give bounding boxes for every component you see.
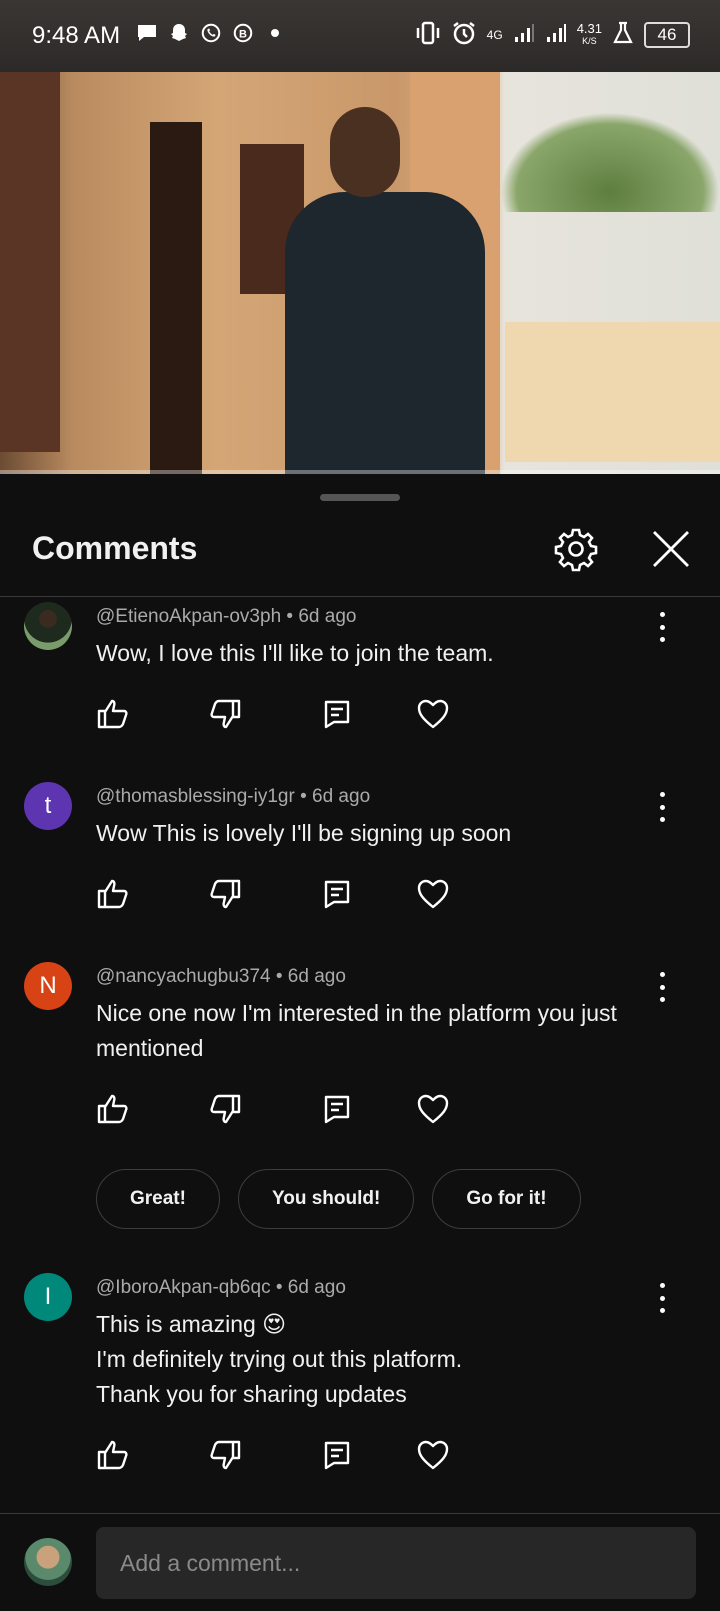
video-player[interactable] (0, 72, 720, 474)
reply-icon (324, 1441, 350, 1470)
heart-button[interactable] (416, 697, 450, 731)
signal-icon-2 (545, 22, 567, 47)
user-avatar (24, 1538, 72, 1586)
drag-handle[interactable] (320, 494, 400, 501)
thumbs-down-icon (210, 1094, 241, 1124)
dislike-button[interactable] (208, 697, 242, 731)
chip-go-for-it[interactable]: Go for it! (432, 1169, 581, 1229)
thumbs-down-icon (210, 1440, 241, 1470)
add-comment-input[interactable]: Add a comment... (96, 1527, 696, 1599)
flask-icon (612, 21, 634, 48)
more-options-button[interactable] (650, 972, 674, 1002)
video-scene-trees (500, 112, 720, 212)
reply-button[interactable] (320, 1438, 354, 1472)
close-icon (653, 531, 689, 567)
dislike-button[interactable] (208, 1092, 242, 1126)
heart-icon (417, 1440, 449, 1470)
thumbs-up-icon (97, 879, 128, 909)
more-options-button[interactable] (650, 612, 674, 642)
vibrate-icon (415, 21, 441, 48)
avatar[interactable]: N (24, 962, 72, 1010)
video-scene-door (0, 72, 60, 452)
video-person-head (330, 107, 400, 197)
comment-text: Wow This is lovely I'll be signing up so… (96, 820, 512, 846)
reply-icon (324, 700, 350, 729)
status-bar: 9:48 AM B 4G 4.31 K/S 46 (0, 0, 720, 72)
comment-author-meta[interactable]: @thomasblessing-iy1gr • 6d ago (96, 786, 370, 808)
system-icons: 4G 4.31 K/S 46 (415, 20, 690, 49)
comment-author-meta[interactable]: @IboroAkpan-qb6qc • 6d ago (96, 1277, 346, 1299)
signal-icon (513, 22, 535, 47)
heart-icon (417, 1094, 449, 1124)
avatar[interactable] (24, 602, 72, 650)
comment-author-meta[interactable]: @EtienoAkpan-ov3ph • 6d ago (96, 606, 356, 628)
comment-actions (96, 1092, 528, 1126)
thumbs-up-icon (97, 1440, 128, 1470)
comment-author-meta[interactable]: @nancyachugbu374 • 6d ago (96, 966, 346, 988)
comment-text: Wow, I love this I'll like to join the t… (96, 640, 494, 666)
business-icon: B (232, 22, 254, 44)
dot-icon (264, 22, 286, 44)
sheet-title: Comments (32, 530, 198, 566)
reply-button[interactable] (320, 877, 354, 911)
heart-icon (417, 699, 449, 729)
header-divider (0, 596, 720, 597)
composer-divider (0, 1513, 720, 1514)
video-scene-doorway (150, 122, 202, 474)
reply-suggestions: Great! You should! Go for it! (96, 1169, 581, 1229)
thumbs-up-icon (97, 699, 128, 729)
thumbs-down-icon (210, 879, 241, 909)
thumbs-up-icon (97, 1094, 128, 1124)
dislike-button[interactable] (208, 877, 242, 911)
more-options-button[interactable] (650, 1283, 674, 1313)
gear-icon (554, 528, 598, 572)
chip-great[interactable]: Great! (96, 1169, 220, 1229)
notification-icons: B (136, 22, 286, 44)
like-button[interactable] (96, 1438, 130, 1472)
svg-text:B: B (239, 29, 247, 41)
thumbs-down-icon (210, 699, 241, 729)
status-time: 9:48 AM (32, 22, 121, 49)
comment-text: Nice one now I'm interested in the platf… (96, 1000, 617, 1061)
network-label: 4G (486, 27, 503, 42)
reply-button[interactable] (320, 1092, 354, 1126)
message-icon (136, 22, 158, 44)
avatar[interactable]: t (24, 782, 72, 830)
alarm-icon (451, 20, 477, 49)
comment-actions (96, 1438, 528, 1472)
snapchat-icon (168, 22, 190, 44)
video-person (285, 192, 485, 474)
like-button[interactable] (96, 697, 130, 731)
like-button[interactable] (96, 1092, 130, 1126)
like-button[interactable] (96, 877, 130, 911)
comment-actions (96, 877, 528, 911)
comment-actions (96, 697, 528, 731)
video-scene-building (505, 322, 720, 462)
comment-text: This is amazing 😍 I'm definitely trying … (96, 1311, 463, 1407)
close-button[interactable] (648, 526, 694, 572)
heart-button[interactable] (416, 1092, 450, 1126)
heart-button[interactable] (416, 1438, 450, 1472)
speed-readout: 4.31 K/S (576, 20, 602, 46)
heart-icon (417, 879, 449, 909)
avatar[interactable]: I (24, 1273, 72, 1321)
whatsapp-icon (200, 22, 222, 44)
dislike-button[interactable] (208, 1438, 242, 1472)
reply-button[interactable] (320, 697, 354, 731)
battery-indicator: 46 (644, 21, 690, 48)
chip-you-should[interactable]: You should! (237, 1169, 415, 1229)
more-options-button[interactable] (650, 792, 674, 822)
reply-icon (324, 1095, 350, 1124)
settings-button[interactable] (553, 526, 599, 572)
reply-icon (324, 880, 350, 909)
heart-button[interactable] (416, 877, 450, 911)
